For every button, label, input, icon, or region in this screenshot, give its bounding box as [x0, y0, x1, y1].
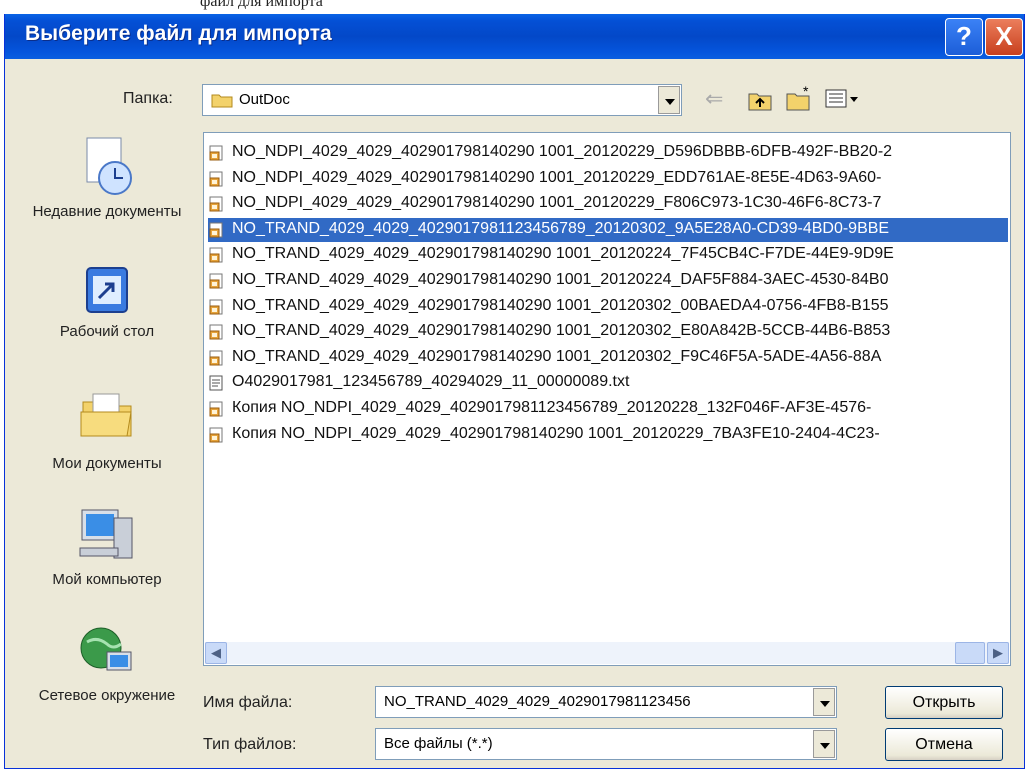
dialog-title: Выберите файл для импорта — [25, 22, 332, 45]
xml-file-icon — [209, 401, 223, 417]
back-arrow-icon[interactable]: ⇐ — [705, 86, 723, 112]
file-list-item[interactable]: Копия NO_NDPI_4029_4029_4029017981123456… — [208, 397, 1008, 421]
filetype-dropdown-button[interactable] — [813, 730, 835, 758]
place-label: Рабочий стол — [59, 323, 155, 340]
view-menu-icon[interactable] — [825, 88, 861, 110]
file-open-dialog: Выберите файл для импорта ? X Папка: Out… — [4, 14, 1025, 769]
scroll-left-button[interactable]: ◀ — [205, 642, 227, 664]
file-name: NO_TRAND_4029_4029_402901798140290 1001_… — [232, 296, 889, 314]
file-list-item[interactable]: NO_NDPI_4029_4029_402901798140290 1001_2… — [208, 141, 1008, 165]
place-desktop[interactable]: Рабочий стол — [27, 264, 187, 364]
open-button[interactable]: Открыть — [885, 686, 1003, 719]
network-icon — [80, 627, 132, 671]
filetype-value: Все файлы (*.*) — [384, 735, 493, 752]
new-folder-icon[interactable]: * — [785, 86, 813, 112]
filename-input[interactable]: NO_TRAND_4029_4029_4029017981123456 — [384, 693, 784, 710]
xml-file-icon — [209, 350, 223, 366]
place-my-documents[interactable]: Мои документы — [27, 384, 187, 494]
xml-file-icon — [209, 222, 223, 238]
file-list-item[interactable]: NO_TRAND_4029_4029_402901798140290 1001_… — [208, 320, 1008, 344]
file-list-item[interactable]: NO_TRAND_4029_4029_402901798140290 1001_… — [208, 243, 1008, 267]
filetype-combo[interactable]: Все файлы (*.*) — [375, 728, 837, 760]
filetype-label: Тип файлов: — [203, 736, 297, 753]
xml-file-icon — [209, 299, 223, 315]
close-button[interactable]: X — [985, 18, 1023, 56]
file-name: NO_NDPI_4029_4029_402901798140290 1001_2… — [232, 194, 882, 212]
folder-combo[interactable]: OutDoc — [202, 84, 682, 116]
file-list-item[interactable]: Копия NO_NDPI_4029_4029_402901798140290 … — [208, 423, 1008, 447]
file-list-item[interactable]: NO_TRAND_4029_4029_402901798140290 1001_… — [208, 269, 1008, 293]
file-list-item[interactable]: O4029017981_123456789_40294029_11_000000… — [208, 371, 1008, 395]
my-documents-icon — [80, 393, 132, 437]
file-name: NO_TRAND_4029_4029_402901798140290 1001_… — [232, 347, 882, 365]
folder-label: Папка: — [123, 90, 173, 107]
xml-file-icon — [209, 145, 223, 161]
folder-dropdown-button[interactable] — [658, 86, 680, 114]
file-name: NO_TRAND_4029_4029_402901798140290 1001_… — [232, 271, 889, 288]
filename-combo[interactable]: NO_TRAND_4029_4029_4029017981123456 — [375, 686, 837, 718]
help-button[interactable]: ? — [945, 18, 983, 56]
xml-file-icon — [209, 196, 223, 212]
text-file-icon — [209, 375, 223, 391]
file-name: NO_TRAND_4029_4029_402901798140290 1001_… — [232, 245, 894, 263]
xml-file-icon — [209, 171, 223, 187]
file-name: O4029017981_123456789_40294029_11_000000… — [232, 373, 630, 391]
place-label: Сетевое окружение — [38, 687, 176, 704]
xml-file-icon — [209, 273, 223, 289]
horizontal-scrollbar[interactable]: ◀ ▶ — [205, 642, 1009, 664]
place-label: Недавние документы — [32, 203, 182, 220]
place-recent-documents[interactable]: Недавние документы — [27, 134, 187, 254]
file-list-item[interactable]: NO_TRAND_4029_4029_402901798140290 1001_… — [208, 346, 1008, 370]
desktop-icon — [86, 267, 128, 313]
file-list[interactable]: NO_NDPI_4029_4029_402901798140290 1001_2… — [203, 132, 1011, 666]
svg-text:*: * — [803, 86, 809, 99]
folder-value: OutDoc — [239, 91, 290, 108]
file-list-item[interactable]: NO_TRAND_4029_4029_402901798140290 1001_… — [208, 295, 1008, 319]
place-label: Мой компьютер — [52, 571, 162, 588]
file-name: NO_TRAND_4029_4029_402901798140290 1001_… — [232, 322, 891, 340]
scroll-thumb[interactable] — [955, 642, 985, 664]
file-list-item[interactable]: NO_NDPI_4029_4029_402901798140290 1001_2… — [208, 192, 1008, 216]
place-network[interactable]: Сетевое окружение — [27, 622, 187, 742]
place-my-computer[interactable]: Мой компьютер — [27, 504, 187, 604]
file-name: Копия NO_NDPI_4029_4029_402901798140290 … — [232, 424, 880, 442]
scroll-right-button[interactable]: ▶ — [987, 642, 1009, 664]
file-name: Копия NO_NDPI_4029_4029_4029017981123456… — [232, 399, 872, 416]
document-text: файл для импорта — [200, 0, 323, 10]
file-list-item[interactable]: NO_TRAND_4029_4029_4029017981123456789_2… — [208, 217, 1008, 242]
up-folder-icon[interactable] — [747, 88, 773, 112]
recent-documents-icon — [86, 137, 132, 195]
folder-icon — [211, 94, 233, 108]
place-label: Мои документы — [52, 455, 162, 472]
filename-dropdown-button[interactable] — [813, 688, 835, 716]
xml-file-icon — [209, 427, 223, 443]
xml-file-icon — [209, 324, 223, 340]
cancel-button[interactable]: Отмена — [885, 728, 1003, 761]
title-bar[interactable]: Выберите файл для импорта ? X — [5, 14, 1024, 59]
filename-label: Имя файла: — [203, 694, 293, 711]
file-name: NO_NDPI_4029_4029_402901798140290 1001_2… — [232, 168, 882, 186]
file-list-item[interactable]: NO_NDPI_4029_4029_402901798140290 1001_2… — [208, 167, 1008, 191]
my-computer-icon — [79, 509, 133, 559]
file-name: NO_TRAND_4029_4029_4029017981123456789_2… — [232, 219, 890, 237]
xml-file-icon — [209, 247, 223, 263]
file-name: NO_NDPI_4029_4029_402901798140290 1001_2… — [232, 143, 893, 160]
